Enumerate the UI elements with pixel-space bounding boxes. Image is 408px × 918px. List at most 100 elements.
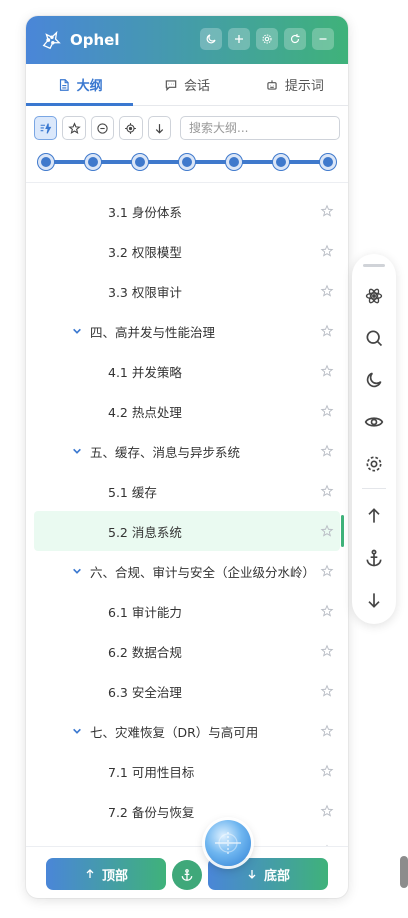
star-icon[interactable] bbox=[320, 444, 334, 458]
auto-follow-button[interactable] bbox=[34, 116, 58, 140]
outline-item-text: 6.1 审计能力 bbox=[108, 604, 182, 620]
star-icon[interactable] bbox=[320, 324, 334, 338]
outline-item[interactable]: 5.1 缓存 bbox=[34, 471, 340, 511]
outline-item[interactable]: 6.1 审计能力 bbox=[34, 591, 340, 631]
star-icon[interactable] bbox=[320, 484, 334, 498]
star-icon[interactable] bbox=[320, 204, 334, 218]
arrow-down-icon bbox=[155, 123, 163, 134]
collapse-all-button[interactable] bbox=[90, 116, 115, 140]
refresh-button[interactable] bbox=[284, 28, 306, 50]
level-dot[interactable] bbox=[273, 154, 289, 170]
plus-icon bbox=[235, 35, 243, 43]
gear-icon[interactable] bbox=[364, 454, 384, 474]
bookmark-filter-button[interactable] bbox=[62, 116, 86, 140]
arrow-up-icon[interactable] bbox=[364, 506, 384, 526]
outline-item-text: 3.1 身份体系 bbox=[108, 204, 182, 220]
outline-item[interactable]: 4.2 热点处理 bbox=[34, 391, 340, 431]
star-icon[interactable] bbox=[320, 764, 334, 778]
outline-item-text: 六、合规、审计与安全（企业级分水岭） bbox=[90, 564, 316, 580]
outline-item[interactable]: 四、高并发与性能治理 bbox=[34, 311, 340, 351]
outline-toolbar bbox=[34, 114, 341, 142]
level-dot[interactable] bbox=[179, 154, 195, 170]
outline-item[interactable]: 7.1 可用性目标 bbox=[34, 751, 340, 791]
star-icon[interactable] bbox=[320, 404, 334, 418]
panel-header[interactable]: Ophel bbox=[26, 16, 348, 64]
scroll-top-label: 顶部 bbox=[101, 868, 128, 884]
level-dot[interactable] bbox=[320, 154, 336, 170]
star-icon[interactable] bbox=[320, 244, 334, 258]
chevron-down-icon[interactable] bbox=[72, 446, 82, 456]
outline-item[interactable]: 6.2 数据合规 bbox=[34, 631, 340, 671]
refresh-icon bbox=[290, 34, 300, 44]
add-button[interactable] bbox=[228, 28, 250, 50]
atom-icon[interactable] bbox=[364, 286, 384, 306]
scroll-bottom-label: 底部 bbox=[263, 868, 290, 884]
outline-item[interactable]: 3.3 权限审计 bbox=[34, 271, 340, 311]
outline-panel: Ophel 大纲 会话 提示词 搜索大纲... 3.1 身份体系 3.2 权限模… bbox=[26, 16, 348, 898]
outline-item[interactable]: 3.2 权限模型 bbox=[34, 231, 340, 271]
outline-item[interactable]: 七、灾难恢复（DR）与高可用 bbox=[34, 711, 340, 751]
settings-button[interactable] bbox=[256, 28, 278, 50]
level-dot[interactable] bbox=[85, 154, 101, 170]
star-icon[interactable] bbox=[320, 564, 334, 578]
theme-toggle-button[interactable] bbox=[200, 28, 222, 50]
moon-icon[interactable] bbox=[364, 370, 384, 390]
star-icon[interactable] bbox=[320, 644, 334, 658]
outline-item-text: 四、高并发与性能治理 bbox=[90, 324, 216, 340]
arrow-up-icon bbox=[86, 869, 94, 878]
crosshair-icon bbox=[125, 122, 137, 134]
star-icon[interactable] bbox=[320, 724, 334, 738]
scroll-down-button[interactable] bbox=[147, 116, 172, 140]
star-icon[interactable] bbox=[320, 524, 334, 538]
level-dot[interactable] bbox=[226, 154, 242, 170]
star-icon[interactable] bbox=[320, 804, 334, 818]
outline-item-text: 7.1 可用性目标 bbox=[108, 764, 195, 780]
outline-item[interactable]: 八、发布、配置与运 bbox=[34, 831, 340, 847]
outline-item-text: 7.2 备份与恢复 bbox=[108, 804, 195, 820]
drag-handle[interactable] bbox=[363, 264, 385, 267]
arrow-down-icon[interactable] bbox=[364, 590, 384, 610]
outline-item[interactable]: 7.2 备份与恢复 bbox=[34, 791, 340, 831]
eye-icon[interactable] bbox=[364, 412, 384, 432]
outline-item[interactable]: 五、缓存、消息与异步系统 bbox=[34, 431, 340, 471]
chevron-down-icon[interactable] bbox=[72, 726, 82, 736]
chevron-down-icon[interactable] bbox=[72, 326, 82, 336]
gear-icon bbox=[262, 34, 272, 44]
outline-item[interactable]: 6.3 安全治理 bbox=[34, 671, 340, 711]
anchor-button[interactable] bbox=[172, 860, 202, 890]
star-icon[interactable] bbox=[320, 684, 334, 698]
page-scrollbar-thumb[interactable] bbox=[400, 856, 408, 888]
star-icon[interactable] bbox=[320, 284, 334, 298]
document-icon bbox=[59, 78, 69, 91]
minimize-button[interactable] bbox=[312, 28, 334, 50]
chevron-down-icon[interactable] bbox=[72, 566, 82, 576]
minus-circle-icon bbox=[97, 122, 108, 134]
outline-item-text: 3.3 权限审计 bbox=[108, 284, 182, 300]
level-dot[interactable] bbox=[38, 154, 54, 170]
outline-item-text: 4.2 热点处理 bbox=[108, 404, 182, 420]
outline-item-text: 6.3 安全治理 bbox=[108, 684, 182, 700]
scroll-top-button[interactable]: 顶部 bbox=[46, 858, 166, 890]
search-input[interactable] bbox=[180, 116, 341, 140]
outline-item[interactable]: 3.1 身份体系 bbox=[34, 191, 340, 231]
anchor-icon bbox=[181, 869, 193, 881]
star-icon[interactable] bbox=[320, 604, 334, 618]
locate-button[interactable] bbox=[119, 116, 143, 140]
outline-item[interactable]: 5.2 消息系统 bbox=[34, 511, 344, 551]
level-slider[interactable] bbox=[38, 152, 336, 172]
tab-label: 提示词 bbox=[284, 79, 324, 94]
header-actions bbox=[200, 28, 334, 50]
tab-conversation[interactable]: 会话 bbox=[133, 64, 240, 105]
tab-prompts[interactable]: 提示词 bbox=[241, 64, 348, 105]
toolbar-separator bbox=[362, 488, 386, 489]
logo-icon bbox=[42, 30, 61, 50]
floating-assistant-orb[interactable] bbox=[205, 820, 251, 866]
tab-outline[interactable]: 大纲 bbox=[26, 64, 134, 106]
anchor-icon[interactable] bbox=[364, 548, 384, 568]
outline-item[interactable]: 六、合规、审计与安全（企业级分水岭） bbox=[34, 551, 340, 591]
star-icon[interactable] bbox=[320, 364, 334, 378]
search-icon[interactable] bbox=[364, 328, 384, 348]
level-dot[interactable] bbox=[132, 154, 148, 170]
outline-item[interactable]: 4.1 并发策略 bbox=[34, 351, 340, 391]
moon-icon bbox=[206, 34, 216, 44]
